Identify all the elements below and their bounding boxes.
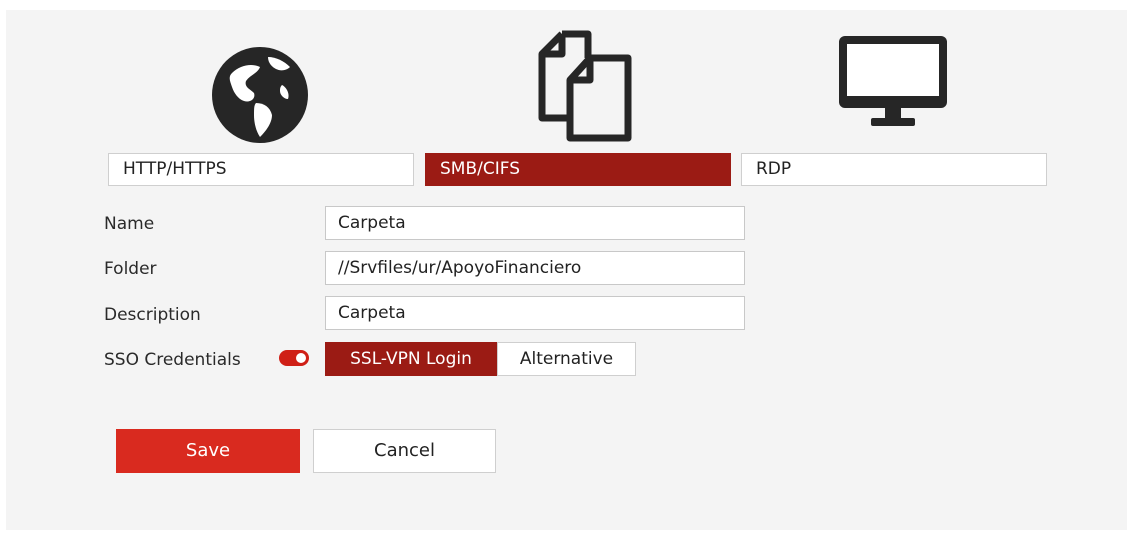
folder-label: Folder xyxy=(104,259,157,279)
protocol-smb-button[interactable]: SMB/CIFS xyxy=(425,153,731,186)
monitor-icon[interactable] xyxy=(837,34,949,130)
protocol-http-button[interactable]: HTTP/HTTPS xyxy=(108,153,414,186)
globe-icon[interactable] xyxy=(210,45,310,145)
cancel-button[interactable]: Cancel xyxy=(313,429,496,473)
sso-ssl-vpn-login-option[interactable]: SSL-VPN Login xyxy=(325,342,497,376)
description-label: Description xyxy=(104,305,201,325)
save-button[interactable]: Save xyxy=(116,429,300,473)
sso-credentials-label: SSO Credentials xyxy=(104,350,241,370)
protocol-rdp-button[interactable]: RDP xyxy=(741,153,1047,186)
name-input[interactable]: Carpeta xyxy=(325,206,745,240)
files-icon[interactable] xyxy=(522,28,636,142)
name-label: Name xyxy=(104,214,155,234)
folder-input[interactable]: //Srvfiles/ur/ApoyoFinanciero xyxy=(325,251,745,285)
toggle-knob xyxy=(296,353,306,363)
description-input[interactable]: Carpeta xyxy=(325,296,745,330)
sso-alternative-option[interactable]: Alternative xyxy=(497,342,636,376)
sso-toggle[interactable] xyxy=(279,350,309,366)
